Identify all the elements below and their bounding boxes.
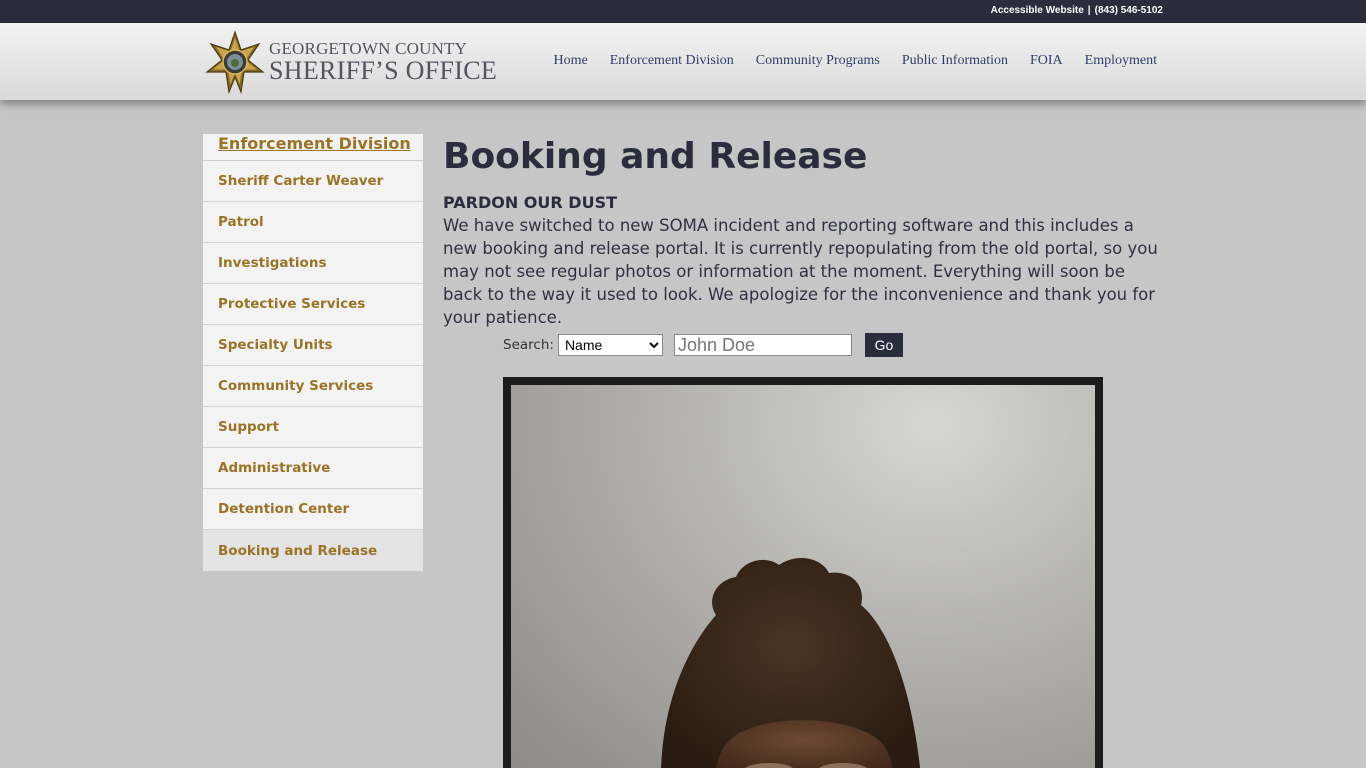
search-label: Search: [503, 337, 554, 353]
sidebar-item-community-services[interactable]: Community Services [203, 366, 423, 407]
nav-home[interactable]: Home [554, 53, 588, 69]
search-type-select[interactable]: Name [557, 334, 663, 356]
top-utility-bar: Accessible Website | (843) 546-5102 [0, 0, 1366, 23]
nav-public-information[interactable]: Public Information [902, 53, 1008, 69]
nav-employment[interactable]: Employment [1085, 53, 1157, 69]
sidebar-item-support[interactable]: Support [203, 407, 423, 448]
sidebar-item-investigations[interactable]: Investigations [203, 243, 423, 284]
logo-county: GEORGETOWN COUNTY [269, 39, 468, 58]
logo-text: GEORGETOWN COUNTY SHERIFF’S OFFICE [269, 40, 497, 84]
notice-body: We have switched to new SOMA incident an… [443, 216, 1158, 327]
sidebar-item-specialty-units[interactable]: Specialty Units [203, 325, 423, 366]
sidebar-item-patrol[interactable]: Patrol [203, 202, 423, 243]
main-nav: Home Enforcement Division Community Prog… [554, 53, 1157, 69]
utility-separator: | [1087, 5, 1091, 16]
nav-enforcement-division[interactable]: Enforcement Division [610, 53, 734, 69]
booking-photo-frame [503, 377, 1103, 768]
search-input[interactable] [673, 334, 852, 356]
site-header: GEORGETOWN COUNTY SHERIFF’S OFFICE Home … [0, 23, 1366, 100]
sheriff-star-badge-icon [205, 30, 265, 94]
utility-links: Accessible Website | (843) 546-5102 [991, 5, 1163, 16]
logo-office: SHERIFF’S OFFICE [269, 56, 498, 85]
booking-photo[interactable] [511, 385, 1095, 768]
accessible-website-link[interactable]: Accessible Website [991, 5, 1084, 16]
notice-heading: PARDON OUR DUST [443, 193, 617, 212]
site-logo[interactable]: GEORGETOWN COUNTY SHERIFF’S OFFICE [203, 29, 503, 95]
sidebar-heading[interactable]: Enforcement Division [203, 134, 423, 161]
booking-photo-image [661, 558, 920, 768]
page-title: Booking and Release [443, 136, 868, 177]
sidebar-item-administrative[interactable]: Administrative [203, 448, 423, 489]
sidebar-item-protective-services[interactable]: Protective Services [203, 284, 423, 325]
go-button[interactable]: Go [864, 333, 903, 357]
main-content: Booking and Release PARDON OUR DUST We h… [443, 134, 1163, 357]
phone-link[interactable]: (843) 546-5102 [1095, 5, 1163, 16]
nav-community-programs[interactable]: Community Programs [756, 53, 880, 69]
sidebar-item-detention-center[interactable]: Detention Center [203, 489, 423, 530]
nav-foia[interactable]: FOIA [1030, 53, 1063, 69]
booking-search-form: Search: Name Go [503, 333, 903, 357]
sidebar-item-booking-and-release[interactable]: Booking and Release [203, 530, 423, 571]
sidebar-item-sheriff-carter-weaver[interactable]: Sheriff Carter Weaver [203, 161, 423, 202]
section-sidebar: Enforcement Division Sheriff Carter Weav… [203, 134, 423, 571]
